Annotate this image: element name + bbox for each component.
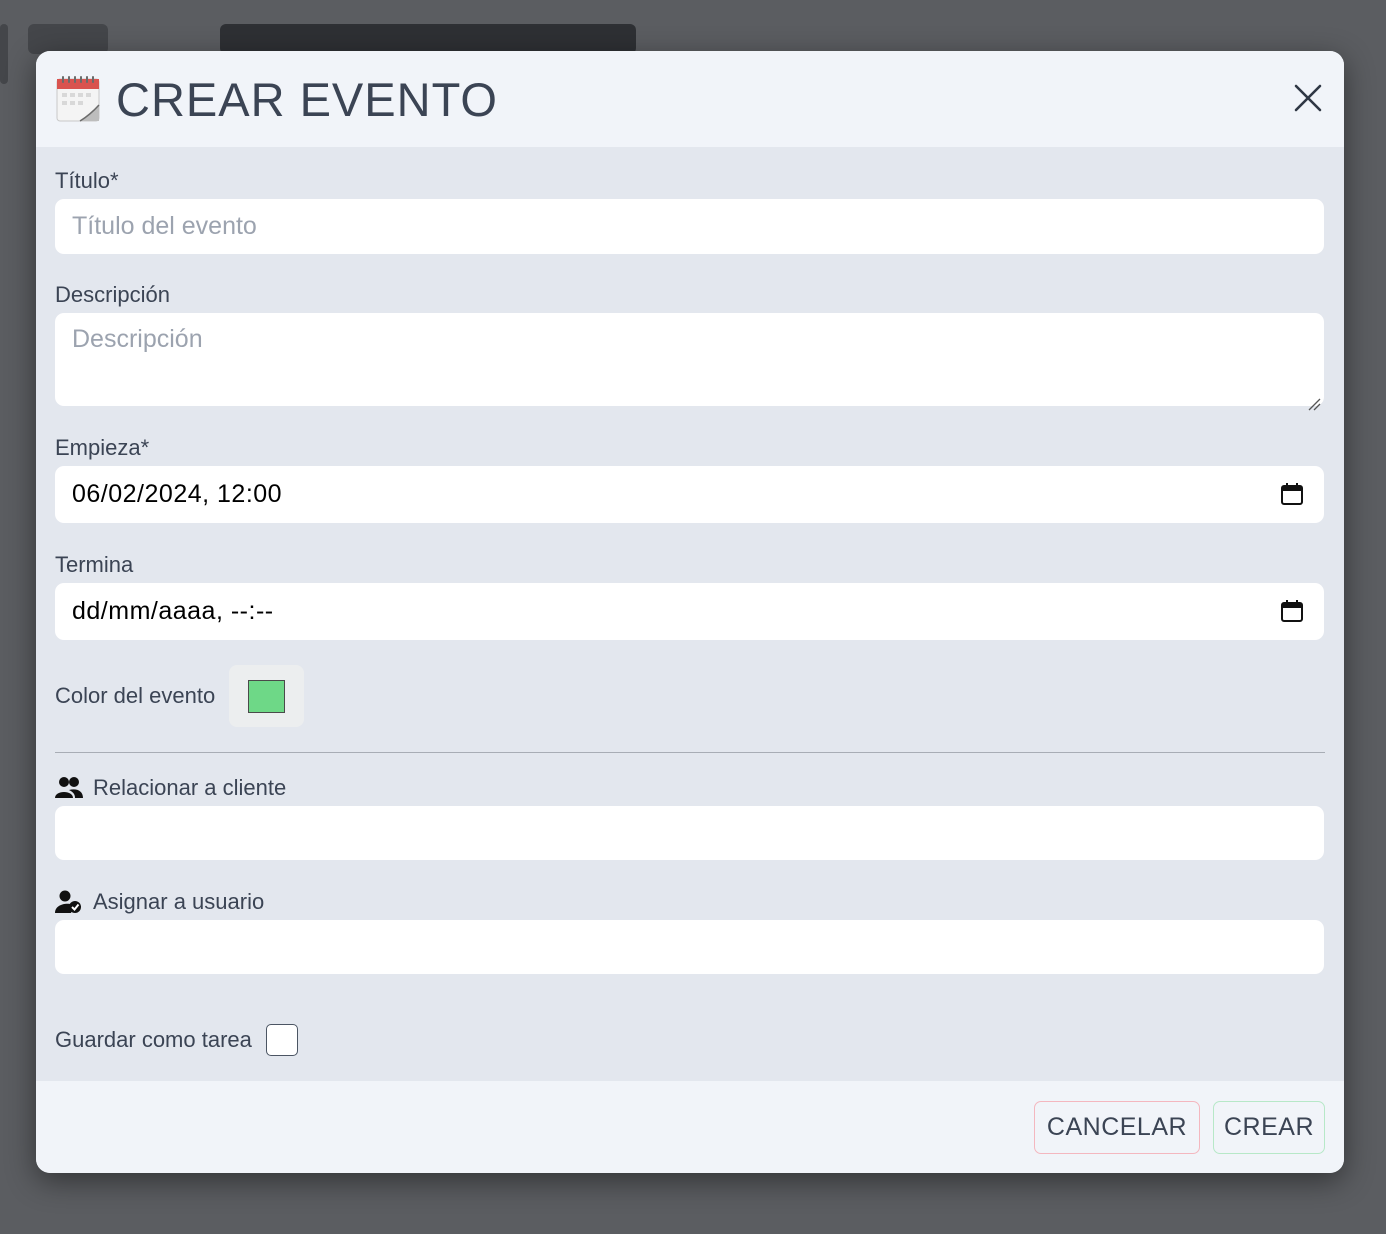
title-placeholder: Título del evento (72, 212, 257, 240)
cancel-button[interactable]: CANCELAR (1034, 1100, 1200, 1154)
background-toolbar (220, 24, 636, 54)
color-picker[interactable] (229, 665, 305, 727)
task-checkbox[interactable] (265, 1024, 298, 1056)
create-event-modal: CREAR EVENTO Título* Título del evento D… (36, 51, 1344, 1173)
end-label: Termina (55, 552, 134, 577)
start-field: Empieza* 06/02/2024, 12:00 (55, 434, 1325, 551)
description-label: Descripción (55, 282, 170, 307)
color-label: Color del evento (55, 683, 216, 708)
task-label: Guardar como tarea (55, 1027, 252, 1052)
user-input[interactable] (55, 920, 1324, 974)
create-button[interactable]: CREAR (1213, 1100, 1325, 1154)
end-value: dd/mm/aaaa, --:-- (72, 597, 274, 625)
description-textarea[interactable]: Descripción (55, 313, 1324, 411)
end-field: Termina dd/mm/aaaa, --:-- (55, 551, 1325, 641)
user-label: Asignar a usuario (55, 888, 1325, 916)
title-label: Título* (55, 168, 119, 193)
calendar-icon[interactable] (1280, 599, 1304, 623)
user-field: Asignar a usuario (55, 888, 1325, 996)
resize-handle-icon[interactable] (1307, 389, 1321, 411)
title-field: Título* Título del evento (55, 167, 1325, 273)
modal-body: Título* Título del evento Descripción De… (36, 147, 1344, 1056)
calendar-icon[interactable] (1280, 482, 1304, 506)
client-field: Relacionar a cliente (55, 774, 1325, 882)
client-label-text: Relacionar a cliente (93, 775, 287, 800)
background-button (28, 24, 108, 54)
task-field: Guardar como tarea (55, 1024, 1325, 1056)
start-label: Empieza* (55, 435, 150, 460)
divider (55, 752, 1325, 753)
background-button (0, 24, 8, 84)
close-icon[interactable] (1292, 81, 1324, 115)
user-label-text: Asignar a usuario (93, 889, 265, 914)
client-input[interactable] (55, 806, 1324, 860)
color-swatch (248, 679, 286, 713)
title-input[interactable]: Título del evento (55, 199, 1324, 254)
start-datetime-input[interactable]: 06/02/2024, 12:00 (55, 466, 1324, 523)
end-datetime-input[interactable]: dd/mm/aaaa, --:-- (55, 583, 1324, 640)
modal-title: CREAR EVENTO (116, 72, 498, 126)
user-check-icon (55, 890, 83, 914)
modal-header: CREAR EVENTO (36, 51, 1344, 147)
modal-footer: CANCELAR CREAR (36, 1081, 1344, 1173)
start-value: 06/02/2024, 12:00 (72, 480, 283, 508)
description-placeholder: Descripción (72, 325, 203, 353)
client-label: Relacionar a cliente (55, 774, 1325, 802)
color-field: Color del evento (55, 665, 1325, 727)
users-icon (55, 776, 83, 800)
calendar-icon (56, 75, 100, 123)
description-field: Descripción Descripción (55, 281, 1325, 434)
